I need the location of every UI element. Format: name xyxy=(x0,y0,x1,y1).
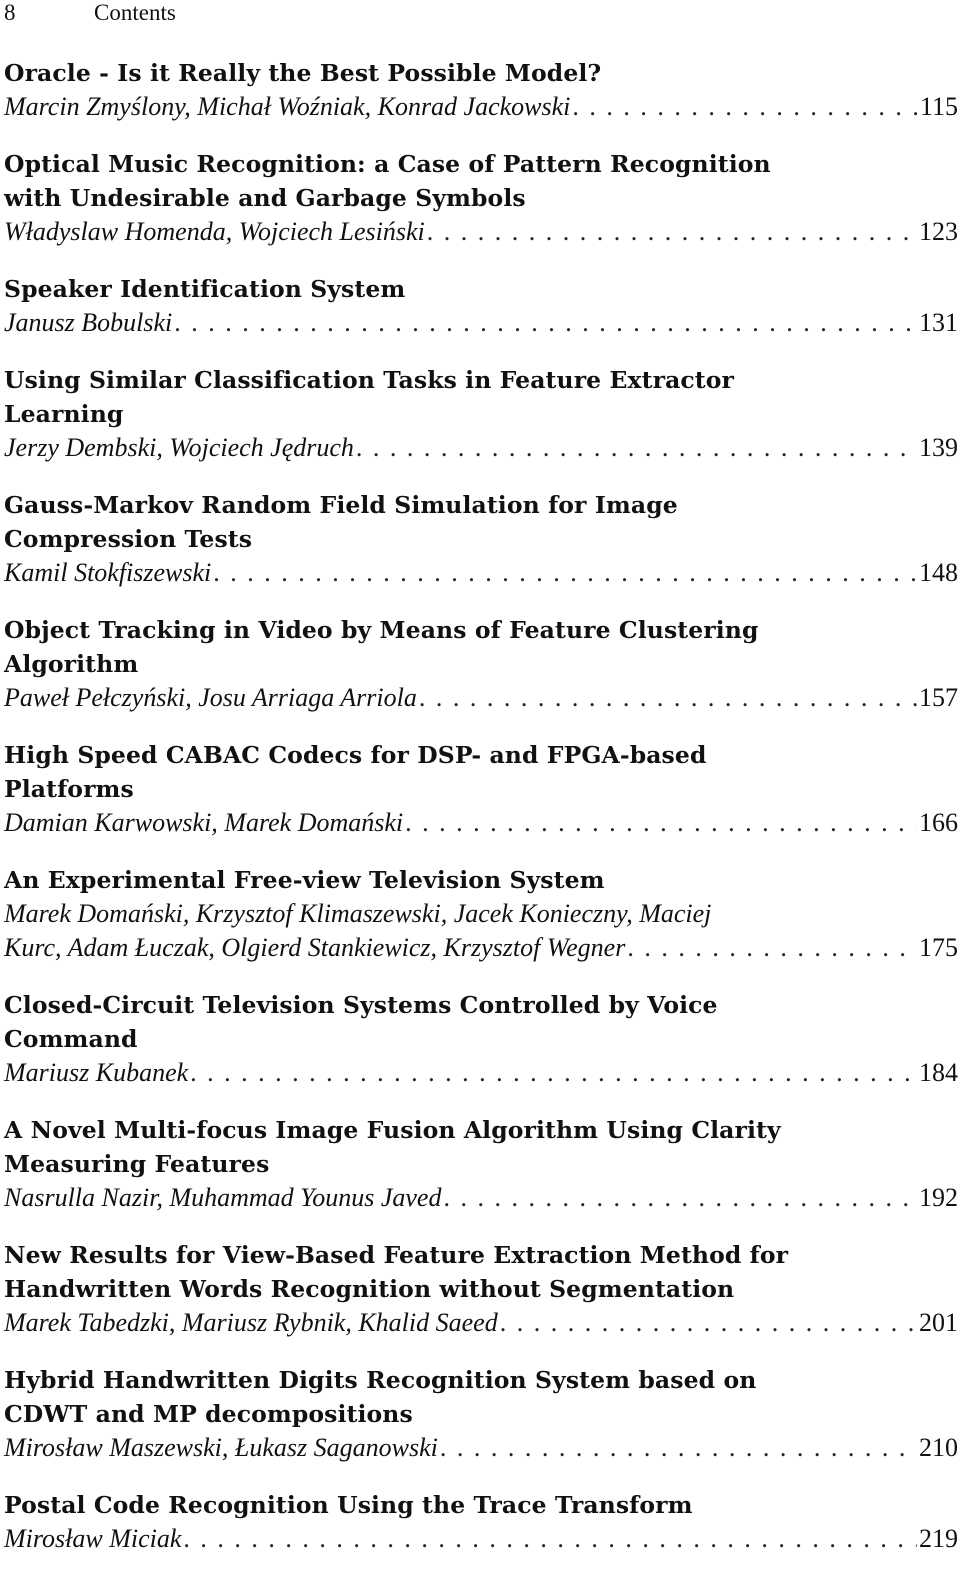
toc-entry[interactable]: Gauss-Markov Random Field Simulation for… xyxy=(4,488,958,590)
entry-title[interactable]: with Undesirable and Garbage Symbols xyxy=(4,181,958,215)
dot-leader xyxy=(213,556,917,590)
entry-page-number[interactable]: 192 xyxy=(919,1181,958,1215)
dot-leader xyxy=(405,806,917,840)
entry-authors: Mirosław Maszewski, Łukasz Saganowski xyxy=(4,1433,438,1462)
entry-page-number[interactable]: 166 xyxy=(919,806,958,840)
entry-title[interactable]: Optical Music Recognition: a Case of Pat… xyxy=(4,147,958,181)
entry-authors-line: Kamil Stokfiszewski 148 xyxy=(4,556,958,590)
dot-leader xyxy=(174,306,917,340)
toc-entry[interactable]: High Speed CABAC Codecs for DSP- and FPG… xyxy=(4,738,958,840)
toc-entry[interactable]: Using Similar Classification Tasks in Fe… xyxy=(4,363,958,465)
entry-authors-line: Mirosław Maszewski, Łukasz Saganowski 210 xyxy=(4,1431,958,1465)
entry-title[interactable]: Hybrid Handwritten Digits Recognition Sy… xyxy=(4,1363,958,1397)
entry-page-number[interactable]: 148 xyxy=(919,556,958,590)
entry-title[interactable]: A Novel Multi-focus Image Fusion Algorit… xyxy=(4,1113,958,1147)
page-number: 8 xyxy=(4,0,16,25)
entry-page-number[interactable]: 210 xyxy=(919,1431,958,1465)
toc-entry[interactable]: New Results for View-Based Feature Extra… xyxy=(4,1238,958,1340)
dot-leader xyxy=(419,681,917,715)
dot-leader xyxy=(427,215,917,249)
toc-entry[interactable]: Optical Music Recognition: a Case of Pat… xyxy=(4,147,958,249)
entry-title[interactable]: Compression Tests xyxy=(4,522,958,556)
entry-title[interactable]: Command xyxy=(4,1022,958,1056)
toc-entry[interactable]: A Novel Multi-focus Image Fusion Algorit… xyxy=(4,1113,958,1215)
running-title: Contents xyxy=(94,0,176,25)
entry-page-number[interactable]: 157 xyxy=(919,681,958,715)
entry-title[interactable]: Object Tracking in Video by Means of Fea… xyxy=(4,613,958,647)
entry-authors-line: Marcin Zmyślony, Michał Woźniak, Konrad … xyxy=(4,90,958,124)
entry-authors-line: Paweł Pełczyński, Josu Arriaga Arriola 15… xyxy=(4,681,958,715)
dot-leader xyxy=(627,931,917,965)
entry-authors: Nasrulla Nazir, Muhammad Younus Javed xyxy=(4,1183,442,1212)
table-of-contents: Oracle - Is it Really the Best Possible … xyxy=(4,56,958,1579)
entry-authors-line: Janusz Bobulski 131 xyxy=(4,306,958,340)
entry-page-number[interactable]: 123 xyxy=(919,215,958,249)
dot-leader xyxy=(440,1431,917,1465)
entry-title[interactable]: Handwritten Words Recognition without Se… xyxy=(4,1272,958,1306)
entry-title[interactable]: New Results for View-Based Feature Extra… xyxy=(4,1238,958,1272)
entry-authors: Kurc, Adam Łuczak, Olgierd Stankiewicz, … xyxy=(4,933,626,962)
dot-leader xyxy=(356,431,917,465)
entry-title[interactable]: CDWT and MP decompositions xyxy=(4,1397,958,1431)
entry-authors: Marek Domański, Krzysztof Klimaszewski, … xyxy=(4,899,712,928)
toc-entry[interactable]: Closed-Circuit Television Systems Contro… xyxy=(4,988,958,1090)
entry-title[interactable]: Gauss-Markov Random Field Simulation for… xyxy=(4,488,958,522)
toc-entry[interactable]: Hybrid Handwritten Digits Recognition Sy… xyxy=(4,1363,958,1465)
entry-title[interactable]: Closed-Circuit Television Systems Contro… xyxy=(4,988,958,1022)
entry-title[interactable]: Learning xyxy=(4,397,958,431)
entry-authors: Kamil Stokfiszewski xyxy=(4,558,212,587)
toc-entry[interactable]: Object Tracking in Video by Means of Fea… xyxy=(4,613,958,715)
entry-authors: Damian Karwowski, Marek Domański xyxy=(4,808,404,837)
entry-authors: Marek Tabedzki, Mariusz Rybnik, Khalid S… xyxy=(4,1308,498,1337)
entry-authors: Marcin Zmyślony, Michał Woźniak, Konrad … xyxy=(4,92,571,121)
entry-authors: Jerzy Dembski, Wojciech Jędruch xyxy=(4,433,354,462)
entry-title[interactable]: Postal Code Recognition Using the Trace … xyxy=(4,1488,958,1522)
entry-authors-line: Kurc, Adam Łuczak, Olgierd Stankiewicz, … xyxy=(4,931,958,965)
entry-title[interactable]: Oracle - Is it Really the Best Possible … xyxy=(4,56,958,90)
entry-authors: Janusz Bobulski xyxy=(4,308,173,337)
entry-page-number[interactable]: 184 xyxy=(919,1056,958,1090)
entry-authors-line: Mirosław Miciak 219 xyxy=(4,1522,958,1556)
entry-page-number[interactable]: 115 xyxy=(920,90,958,124)
entry-authors: Mirosław Miciak xyxy=(4,1524,182,1553)
entry-authors-line: Marek Tabedzki, Mariusz Rybnik, Khalid S… xyxy=(4,1306,958,1340)
dot-leader xyxy=(500,1306,917,1340)
entry-title[interactable]: Speaker Identification System xyxy=(4,272,958,306)
entry-title[interactable]: Using Similar Classification Tasks in Fe… xyxy=(4,363,958,397)
dot-leader xyxy=(443,1181,917,1215)
entry-authors-line: Mariusz Kubanek 184 xyxy=(4,1056,958,1090)
entry-page-number[interactable]: 139 xyxy=(919,431,958,465)
entry-authors-line: Jerzy Dembski, Wojciech Jędruch 139 xyxy=(4,431,958,465)
toc-entry[interactable]: An Experimental Free-view Television Sys… xyxy=(4,863,958,965)
toc-entry[interactable]: Postal Code Recognition Using the Trace … xyxy=(4,1488,958,1556)
entry-authors: Władyslaw Homenda, Wojciech Lesiński xyxy=(4,217,425,246)
entry-page-number[interactable]: 131 xyxy=(919,306,958,340)
entry-title[interactable]: High Speed CABAC Codecs for DSP- and FPG… xyxy=(4,738,958,772)
entry-authors: Mariusz Kubanek xyxy=(4,1058,189,1087)
entry-authors: Paweł Pełczyński, Josu Arriaga Arriola xyxy=(4,683,417,712)
entry-title[interactable]: Algorithm xyxy=(4,647,958,681)
entry-page-number[interactable]: 175 xyxy=(919,931,958,965)
dot-leader xyxy=(183,1522,917,1556)
toc-entry[interactable]: Oracle - Is it Really the Best Possible … xyxy=(4,56,958,124)
entry-title[interactable]: Platforms xyxy=(4,772,958,806)
entry-title[interactable]: Measuring Features xyxy=(4,1147,958,1181)
entry-authors-line: Marek Domański, Krzysztof Klimaszewski, … xyxy=(4,897,958,931)
entry-title[interactable]: An Experimental Free-view Television Sys… xyxy=(4,863,958,897)
entry-page-number[interactable]: 201 xyxy=(919,1306,958,1340)
dot-leader xyxy=(572,90,918,124)
dot-leader xyxy=(190,1056,917,1090)
entry-page-number[interactable]: 219 xyxy=(919,1522,958,1556)
entry-authors-line: Nasrulla Nazir, Muhammad Younus Javed 192 xyxy=(4,1181,958,1215)
entry-authors-line: Władyslaw Homenda, Wojciech Lesiński 123 xyxy=(4,215,958,249)
entry-authors-line: Damian Karwowski, Marek Domański 166 xyxy=(4,806,958,840)
toc-entry[interactable]: Speaker Identification System Janusz Bobu… xyxy=(4,272,958,340)
